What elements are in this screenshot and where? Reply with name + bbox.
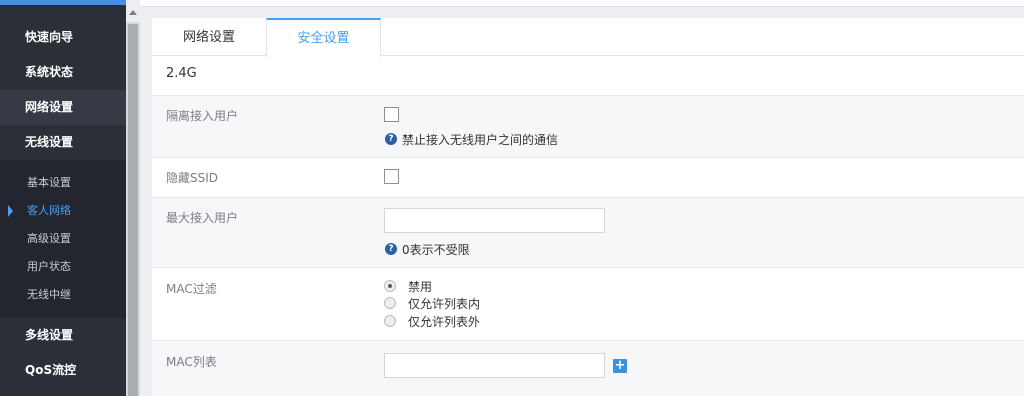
row-isolate-users: [152, 95, 1024, 157]
sidebar-subitem-wireless-relay[interactable]: 无线中继: [0, 281, 126, 309]
sidebar-item-quick-guide[interactable]: 快速向导: [0, 20, 126, 55]
sidebar-top-accent: [0, 0, 126, 5]
scrollbar-thumb[interactable]: [128, 24, 138, 396]
sidebar-subitem-advanced[interactable]: 高级设置: [0, 225, 126, 253]
row-mac-filter: [152, 267, 1024, 340]
max-users-input[interactable]: [384, 208, 605, 233]
sidebar-subitem-basic[interactable]: 基本设置: [0, 169, 126, 197]
row-hide-ssid: [152, 157, 1024, 197]
chevron-up-icon: [129, 10, 137, 15]
mac-filter-radio-allow-out-list[interactable]: [384, 315, 396, 327]
plus-icon[interactable]: +: [613, 359, 627, 373]
section-title: 2.4G: [166, 66, 197, 81]
question-circle-icon: ?: [385, 133, 397, 145]
mac-filter-option-allow-out-list: 仅允许列表外: [408, 315, 481, 329]
sidebar-item-network-settings[interactable]: 网络设置: [0, 90, 126, 125]
sidebar-item-system-status[interactable]: 系统状态: [0, 55, 126, 90]
isolate-users-checkbox[interactable]: [384, 107, 399, 122]
sidebar-item-wireless-settings[interactable]: 无线设置: [0, 125, 126, 160]
isolate-users-hint: 禁止接入无线用户之间的通信: [402, 133, 559, 147]
top-bar: [140, 0, 1024, 7]
mac-filter-option-allow-in-list: 仅允许列表内: [408, 297, 481, 311]
tab-network-settings[interactable]: 网络设置: [152, 18, 266, 56]
hide-ssid-label: 隐藏SSID: [166, 171, 219, 185]
sidebar-item-qos[interactable]: QoS流控: [0, 353, 126, 388]
hide-ssid-checkbox[interactable]: [384, 169, 399, 184]
sidebar-subitem-guest-network[interactable]: 客人网络: [0, 197, 126, 225]
mac-filter-label: MAC过滤: [166, 282, 217, 296]
question-circle-icon: ?: [385, 243, 397, 255]
mac-filter-radio-disable[interactable]: [384, 280, 396, 292]
isolate-users-label: 隔离接入用户: [166, 109, 239, 123]
sidebar-subitem-user-status[interactable]: 用户状态: [0, 253, 126, 281]
mac-list-input[interactable]: [384, 353, 605, 378]
max-users-label: 最大接入用户: [166, 211, 239, 225]
mac-filter-radio-allow-in-list[interactable]: [384, 297, 396, 309]
mac-list-label: MAC列表: [166, 355, 217, 369]
max-users-hint: 0表示不受限: [402, 243, 470, 257]
sidebar-item-multiline-settings[interactable]: 多线设置: [0, 318, 126, 353]
mac-filter-option-disable: 禁用: [408, 280, 433, 294]
tab-security-settings[interactable]: 安全设置: [266, 18, 381, 57]
